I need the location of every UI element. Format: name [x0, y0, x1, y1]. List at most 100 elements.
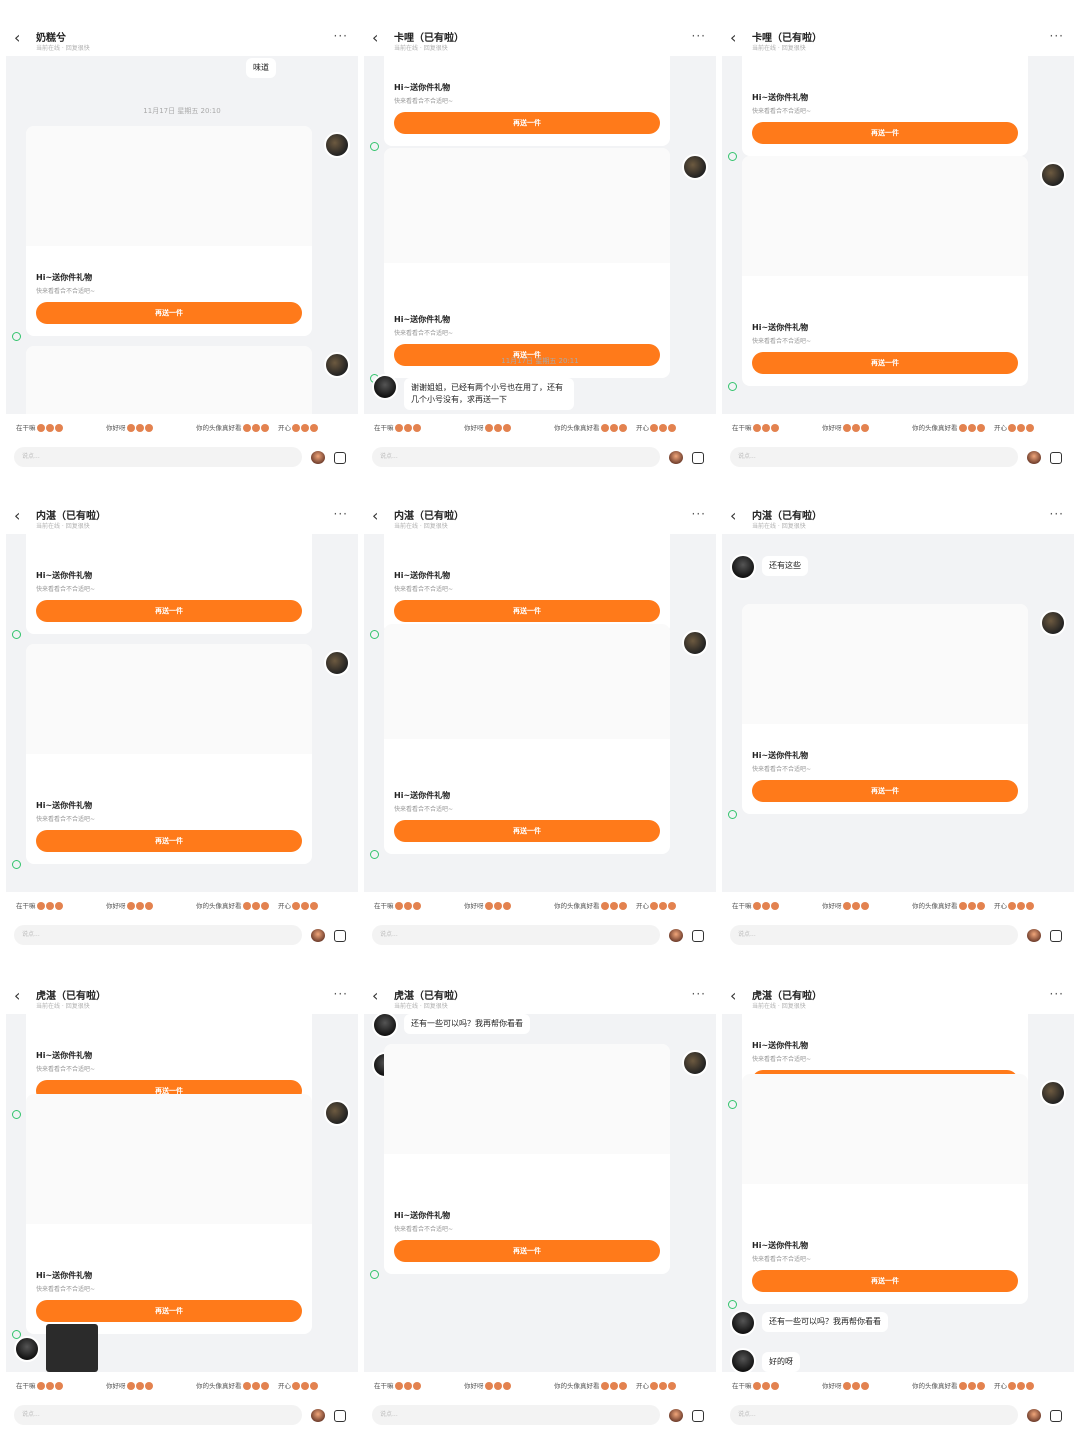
emoji-button-icon[interactable]: [311, 1409, 325, 1422]
image-button-icon[interactable]: [1050, 930, 1062, 942]
quick-reply-chip[interactable]: 在干嘛: [732, 1380, 779, 1390]
send-another-button[interactable]: 再送一件: [752, 1270, 1018, 1292]
more-icon[interactable]: ···: [692, 508, 706, 520]
more-icon[interactable]: ···: [1050, 30, 1064, 42]
quick-reply-chip[interactable]: 你的头像真好看: [912, 422, 985, 432]
emoji-button-icon[interactable]: [311, 451, 325, 464]
message-input[interactable]: 说点...: [372, 1405, 660, 1425]
gift-card[interactable]: Hi~送你件礼物快来看看合不合适吧~再送一件: [26, 534, 312, 634]
send-another-button[interactable]: 再送一件: [394, 820, 660, 842]
gift-card[interactable]: Hi~送你件礼物快来看看合不合适吧~再送一件: [384, 148, 670, 378]
quick-reply-chip[interactable]: 在干嘛: [16, 900, 63, 910]
back-icon[interactable]: ‹: [14, 988, 20, 1004]
quick-reply-chip[interactable]: 开心: [636, 422, 676, 432]
more-icon[interactable]: ···: [1050, 988, 1064, 1000]
quick-reply-chip[interactable]: 在干嘛: [374, 422, 421, 432]
image-button-icon[interactable]: [692, 1410, 704, 1422]
image-button-icon[interactable]: [692, 452, 704, 464]
message-input[interactable]: 说点...: [730, 1405, 1018, 1425]
back-icon[interactable]: ‹: [372, 988, 378, 1004]
gift-card[interactable]: Hi~送你件礼物快来看看合不合适吧~再送一件: [384, 56, 670, 146]
back-icon[interactable]: ‹: [730, 508, 736, 524]
image-button-icon[interactable]: [692, 930, 704, 942]
message-input[interactable]: 说点...: [730, 447, 1018, 467]
emoji-button-icon[interactable]: [669, 1409, 683, 1422]
send-another-button[interactable]: 再送一件: [394, 600, 660, 622]
gift-card[interactable]: Hi~送你件礼物快来看看合不合适吧~再送一件: [384, 534, 670, 634]
message-input[interactable]: 说点...: [730, 925, 1018, 945]
quick-reply-chip[interactable]: 你的头像真好看: [912, 900, 985, 910]
quick-reply-chip[interactable]: 在干嘛: [16, 1380, 63, 1390]
back-icon[interactable]: ‹: [14, 30, 20, 46]
send-another-button[interactable]: 再送一件: [394, 112, 660, 134]
send-another-button[interactable]: 再送一件: [752, 352, 1018, 374]
message-input[interactable]: 说点...: [14, 447, 302, 467]
message-input[interactable]: 说点...: [372, 447, 660, 467]
quick-reply-chip[interactable]: 你的头像真好看: [912, 1380, 985, 1390]
send-another-button[interactable]: 再送一件: [752, 780, 1018, 802]
gift-card[interactable]: Hi~送你件礼物快来看看合不合适吧~再送一件: [26, 126, 312, 336]
message-input[interactable]: 说点...: [14, 925, 302, 945]
quick-reply-chip[interactable]: 你好呀: [822, 422, 869, 432]
quick-reply-chip[interactable]: 你好呀: [106, 1380, 153, 1390]
emoji-button-icon[interactable]: [1027, 1409, 1041, 1422]
more-icon[interactable]: ···: [334, 988, 348, 1000]
quick-reply-chip[interactable]: 你好呀: [464, 422, 511, 432]
quick-reply-chip[interactable]: 你的头像真好看: [554, 1380, 627, 1390]
quick-reply-chip[interactable]: 开心: [278, 422, 318, 432]
send-another-button[interactable]: 再送一件: [752, 122, 1018, 144]
gift-card[interactable]: Hi~送你件礼物快来看看合不合适吧~再送一件: [384, 1044, 670, 1274]
quick-reply-chip[interactable]: 你的头像真好看: [196, 422, 269, 432]
back-icon[interactable]: ‹: [14, 508, 20, 524]
back-icon[interactable]: ‹: [730, 30, 736, 46]
gift-card[interactable]: [26, 346, 312, 414]
quick-reply-chip[interactable]: 开心: [278, 900, 318, 910]
emoji-button-icon[interactable]: [669, 929, 683, 942]
quick-reply-chip[interactable]: 开心: [994, 422, 1034, 432]
more-icon[interactable]: ···: [692, 988, 706, 1000]
quick-reply-chip[interactable]: 你的头像真好看: [196, 900, 269, 910]
more-icon[interactable]: ···: [692, 30, 706, 42]
image-button-icon[interactable]: [334, 452, 346, 464]
send-another-button[interactable]: 再送一件: [36, 1300, 302, 1322]
message-input[interactable]: 说点...: [372, 925, 660, 945]
image-button-icon[interactable]: [1050, 1410, 1062, 1422]
gift-card[interactable]: Hi~送你件礼物快来看看合不合适吧~再送一件: [742, 156, 1028, 386]
quick-reply-chip[interactable]: 你好呀: [106, 900, 153, 910]
quick-reply-chip[interactable]: 你好呀: [822, 1380, 869, 1390]
image-button-icon[interactable]: [1050, 452, 1062, 464]
emoji-button-icon[interactable]: [669, 451, 683, 464]
more-icon[interactable]: ···: [334, 508, 348, 520]
send-another-button[interactable]: 再送一件: [36, 600, 302, 622]
send-another-button[interactable]: 再送一件: [394, 1240, 660, 1262]
more-icon[interactable]: ···: [1050, 508, 1064, 520]
quick-reply-chip[interactable]: 在干嘛: [732, 422, 779, 432]
quick-reply-chip[interactable]: 开心: [994, 1380, 1034, 1390]
gift-card[interactable]: Hi~送你件礼物快来看看合不合适吧~再送一件: [384, 624, 670, 854]
image-message[interactable]: [46, 1324, 98, 1372]
quick-reply-chip[interactable]: 在干嘛: [732, 900, 779, 910]
quick-reply-chip[interactable]: 开心: [636, 1380, 676, 1390]
quick-reply-chip[interactable]: 在干嘛: [374, 1380, 421, 1390]
quick-reply-chip[interactable]: 你好呀: [106, 422, 153, 432]
quick-reply-chip[interactable]: 在干嘛: [374, 900, 421, 910]
quick-reply-chip[interactable]: 开心: [278, 1380, 318, 1390]
quick-reply-chip[interactable]: 你的头像真好看: [554, 900, 627, 910]
quick-reply-chip[interactable]: 你好呀: [822, 900, 869, 910]
image-button-icon[interactable]: [334, 930, 346, 942]
back-icon[interactable]: ‹: [372, 508, 378, 524]
gift-card[interactable]: Hi~送你件礼物快来看看合不合适吧~再送一件: [742, 604, 1028, 814]
quick-reply-chip[interactable]: 你的头像真好看: [554, 422, 627, 432]
emoji-button-icon[interactable]: [1027, 929, 1041, 942]
emoji-button-icon[interactable]: [1027, 451, 1041, 464]
back-icon[interactable]: ‹: [730, 988, 736, 1004]
gift-card[interactable]: Hi~送你件礼物快来看看合不合适吧~再送一件: [742, 1074, 1028, 1304]
quick-reply-chip[interactable]: 在干嘛: [16, 422, 63, 432]
quick-reply-chip[interactable]: 你好呀: [464, 900, 511, 910]
more-icon[interactable]: ···: [334, 30, 348, 42]
send-another-button[interactable]: 再送一件: [36, 830, 302, 852]
quick-reply-chip[interactable]: 开心: [636, 900, 676, 910]
quick-reply-chip[interactable]: 你好呀: [464, 1380, 511, 1390]
back-icon[interactable]: ‹: [372, 30, 378, 46]
quick-reply-chip[interactable]: 你的头像真好看: [196, 1380, 269, 1390]
